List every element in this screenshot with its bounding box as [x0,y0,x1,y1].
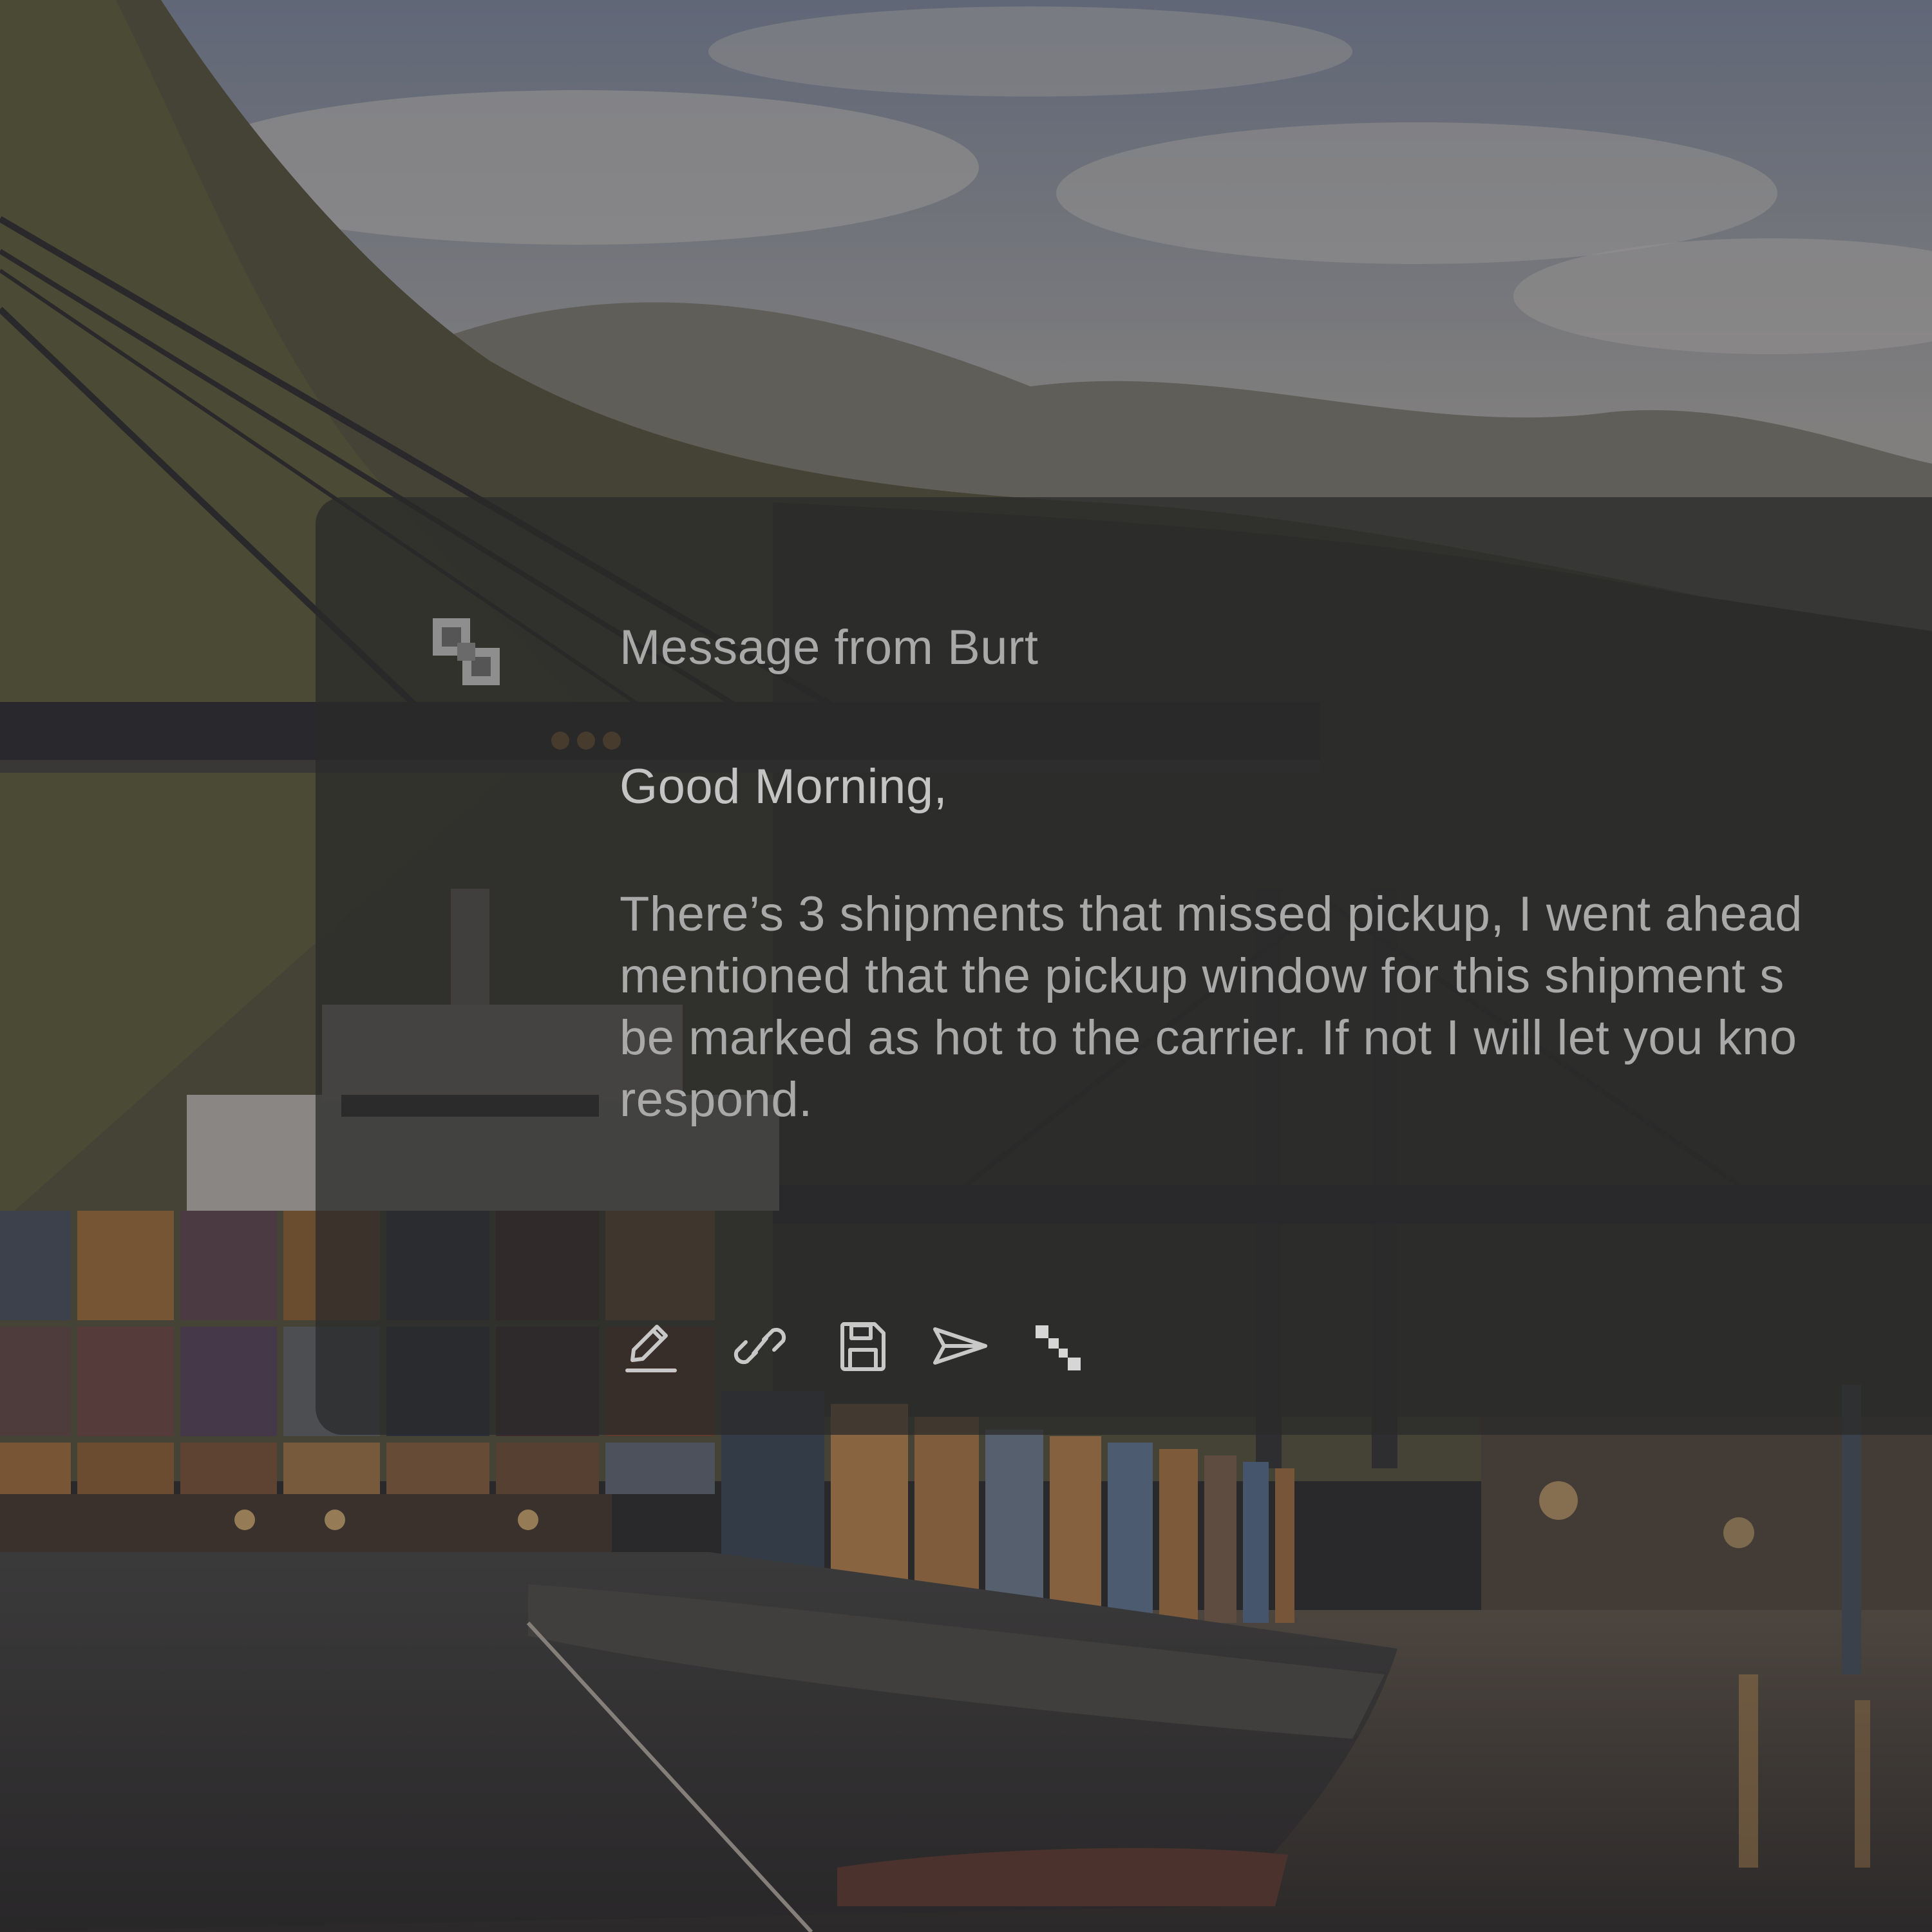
edit-button[interactable] [618,1314,683,1378]
message-body: There’s 3 shipments that missed pickup, … [620,884,1920,1131]
message-body-line: There’s 3 shipments that missed pickup, … [620,887,1803,942]
expand-button[interactable] [1024,1314,1088,1378]
send-button[interactable] [927,1314,992,1378]
save-icon [832,1315,894,1377]
message-title: Message from Burt [620,620,1039,675]
app-logo-icon [431,617,502,688]
message-body-line: respond. [620,1072,813,1127]
link-icon [729,1315,791,1377]
expand-icon [1025,1315,1087,1377]
send-icon [929,1315,990,1377]
message-body-line: be marked as hot to the carrier. If not … [620,1010,1797,1065]
message-greeting: Good Morning, [620,759,948,814]
pencil-icon [620,1315,681,1377]
save-button[interactable] [831,1314,895,1378]
link-button[interactable] [728,1314,792,1378]
message-body-line: mentioned that the pickup window for thi… [620,949,1785,1003]
